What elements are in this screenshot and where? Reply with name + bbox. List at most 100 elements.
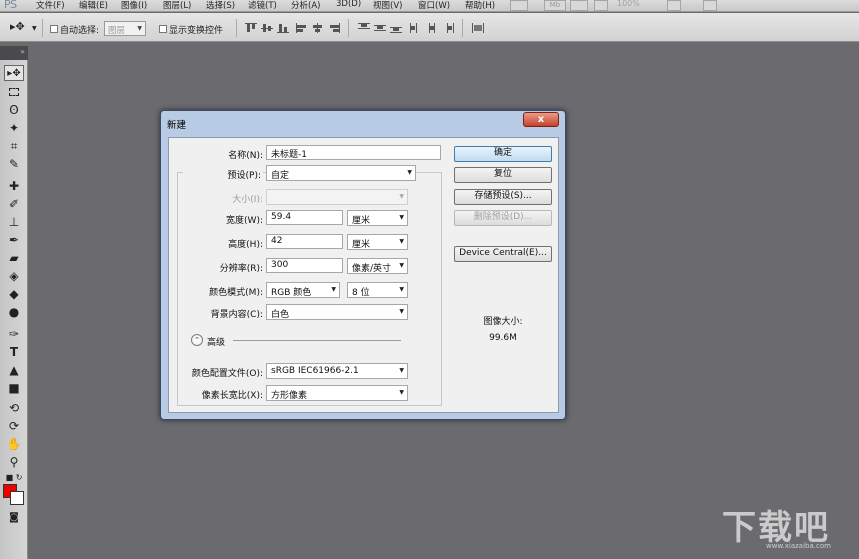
toolbox-header[interactable]: »: [0, 46, 28, 60]
auto-select-label: 自动选择:: [60, 26, 100, 36]
eraser-tool-icon[interactable]: ▰: [4, 250, 24, 266]
3d-orbit-tool-icon[interactable]: ⟳: [4, 418, 24, 434]
preset-dropdown[interactable]: 自定 ▼: [266, 165, 416, 181]
new-document-dialog: 新建 x 名称(N): 未标题-1 预设(P): 自定 ▼ 大小(I): ▼ 宽…: [160, 110, 566, 420]
chevron-down-icon: ▼: [399, 214, 404, 221]
crop-tool-icon[interactable]: ⌗: [4, 138, 24, 154]
menu-analysis[interactable]: 分析(A): [291, 0, 320, 11]
eyedropper-tool-icon[interactable]: ✎: [4, 156, 24, 172]
resolution-unit-dropdown[interactable]: 像素/英寸 ▼: [347, 258, 408, 274]
background-contents-value: 白色: [271, 310, 290, 320]
distribute-left-icon[interactable]: [410, 23, 422, 33]
menu-filter[interactable]: 滤镜(T): [248, 0, 277, 11]
color-mode-dropdown[interactable]: RGB 颜色 ▼: [266, 282, 340, 298]
menu-image[interactable]: 图像(I): [121, 0, 147, 11]
clone-stamp-tool-icon[interactable]: ⊥: [4, 214, 24, 230]
name-input[interactable]: 未标题-1: [266, 145, 441, 160]
screen-mode-button[interactable]: [667, 0, 681, 11]
width-input[interactable]: 59.4: [266, 210, 343, 225]
menu-select[interactable]: 选择(S): [206, 0, 235, 11]
watermark-url: www.xiazaiba.com: [766, 542, 831, 550]
menu-file[interactable]: 文件(F): [36, 0, 65, 11]
bit-depth-dropdown[interactable]: 8 位 ▼: [347, 282, 408, 298]
background-contents-dropdown[interactable]: 白色 ▼: [266, 304, 408, 320]
width-label: 宽度(W):: [226, 216, 263, 226]
tool-preset-dropdown-icon[interactable]: ▼: [32, 25, 37, 32]
align-vcenter-icon[interactable]: [261, 23, 273, 33]
menu-3d[interactable]: 3D(D): [336, 0, 361, 9]
align-bottom-icon[interactable]: [277, 23, 289, 33]
auto-select-target-value: 图层: [108, 26, 126, 36]
size-dropdown[interactable]: ▼: [266, 189, 408, 205]
brush-tool-icon[interactable]: ✐: [4, 196, 24, 212]
move-tool-icon[interactable]: ▸✥: [10, 20, 25, 33]
quick-mask-icon[interactable]: ◙: [4, 510, 24, 526]
history-brush-tool-icon[interactable]: ✒: [4, 232, 24, 248]
close-button[interactable]: x: [523, 112, 559, 127]
chevron-down-icon: ▼: [331, 286, 336, 293]
reset-button[interactable]: 复位: [454, 167, 552, 183]
mini-bridge-button[interactable]: Mb: [544, 0, 566, 11]
advanced-label: 高级: [207, 338, 226, 348]
shape-tool-icon[interactable]: ■: [4, 380, 24, 396]
color-profile-dropdown[interactable]: sRGB IEC61966-2.1 ▼: [266, 363, 408, 379]
distribute-bottom-icon[interactable]: [390, 23, 402, 33]
hand-tool-icon[interactable]: ✋: [4, 436, 24, 452]
auto-select-target-dropdown[interactable]: 图层 ▼: [104, 21, 146, 36]
type-tool-icon[interactable]: T: [4, 344, 24, 360]
chevron-down-icon: ▼: [399, 389, 404, 396]
show-transform-label: 显示变换控件: [169, 26, 224, 36]
path-select-tool-icon[interactable]: ▲: [4, 362, 24, 378]
zoom-level[interactable]: 100%: [617, 0, 640, 8]
background-color-swatch[interactable]: [10, 491, 24, 505]
pixel-aspect-value: 方形像素: [271, 391, 308, 401]
marquee-tool-icon[interactable]: [4, 84, 24, 100]
bridge-button[interactable]: [510, 0, 528, 11]
color-profile-value: sRGB IEC61966-2.1: [271, 366, 359, 376]
separator: [462, 19, 463, 37]
auto-align-layers-icon[interactable]: [472, 23, 484, 33]
distribute-right-icon[interactable]: [442, 23, 454, 33]
advanced-toggle-icon[interactable]: ⌃: [191, 334, 203, 346]
move-tool-icon[interactable]: ▸✥: [4, 65, 24, 81]
resolution-input[interactable]: 300: [266, 258, 343, 273]
zoom-tool-icon[interactable]: ⚲: [4, 454, 24, 470]
delete-preset-button[interactable]: 删除预设(D)...: [454, 210, 552, 226]
menu-layer[interactable]: 图层(L): [163, 0, 191, 11]
color-mode-value: RGB 颜色: [271, 288, 312, 298]
device-central-button[interactable]: Device Central(E)...: [454, 246, 552, 262]
save-preset-button[interactable]: 存储预设(S)...: [454, 189, 552, 205]
menu-view[interactable]: 视图(V): [373, 0, 402, 11]
chevron-down-icon: ▼: [399, 367, 404, 374]
dodge-tool-icon[interactable]: ●: [4, 304, 24, 320]
toolbox: ▸✥ ʘ ✦ ⌗ ✎ ✚ ✐ ⊥ ✒ ▰ ◈ ◆ ● ✑ T ▲ ■ ⟲ ⟳ ✋…: [0, 60, 28, 559]
workspace-button[interactable]: [703, 0, 717, 11]
arrange-documents-button[interactable]: [594, 0, 608, 11]
pen-tool-icon[interactable]: ✑: [4, 326, 24, 342]
quick-select-tool-icon[interactable]: ✦: [4, 120, 24, 136]
menu-window[interactable]: 窗口(W): [418, 0, 450, 11]
width-unit-dropdown[interactable]: 厘米 ▼: [347, 210, 408, 226]
separator: [348, 19, 349, 37]
lasso-tool-icon[interactable]: ʘ: [4, 102, 24, 118]
align-top-icon[interactable]: [245, 23, 257, 33]
paint-bucket-tool-icon[interactable]: ◈: [4, 268, 24, 284]
height-input[interactable]: 42: [266, 234, 343, 249]
ok-button[interactable]: 确定: [454, 146, 552, 162]
blur-tool-icon[interactable]: ◆: [4, 286, 24, 302]
show-transform-checkbox[interactable]: [159, 25, 167, 33]
distribute-hcenter-icon[interactable]: [426, 23, 438, 33]
3d-rotate-tool-icon[interactable]: ⟲: [4, 400, 24, 416]
distribute-top-icon[interactable]: [358, 23, 370, 33]
menu-edit[interactable]: 编辑(E): [79, 0, 108, 11]
menu-help[interactable]: 帮助(H): [465, 0, 495, 11]
align-left-icon[interactable]: [296, 23, 308, 33]
pixel-aspect-dropdown[interactable]: 方形像素 ▼: [266, 385, 408, 401]
align-right-icon[interactable]: [328, 23, 340, 33]
align-hcenter-icon[interactable]: [312, 23, 324, 33]
healing-tool-icon[interactable]: ✚: [4, 178, 24, 194]
height-unit-dropdown[interactable]: 厘米 ▼: [347, 234, 408, 250]
view-extras-button[interactable]: [570, 0, 588, 11]
distribute-vcenter-icon[interactable]: [374, 23, 386, 33]
auto-select-checkbox[interactable]: [50, 25, 58, 33]
